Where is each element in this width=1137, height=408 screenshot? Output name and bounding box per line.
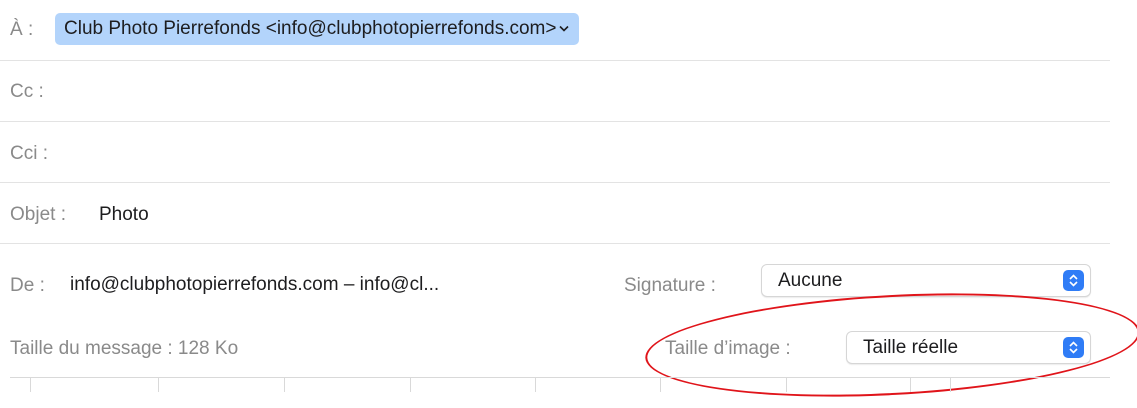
to-row: À : Club Photo Pierrefonds <info@clubpho… [0, 0, 1110, 61]
message-size: Taille du message : 128 Ko [10, 338, 239, 359]
updown-stepper-icon [1063, 270, 1084, 291]
recipient-token[interactable]: Club Photo Pierrefonds <info@clubphotopi… [55, 13, 580, 45]
from-label: De : [10, 275, 45, 296]
signature-select[interactable]: Aucune [761, 264, 1091, 297]
subject-label: Objet : [10, 204, 66, 225]
cc-label: Cc : [10, 81, 44, 102]
cc-row[interactable]: Cc : [0, 61, 1110, 122]
from-field[interactable]: info@clubphotopierrefonds.com – info@cl.… [70, 274, 439, 296]
chevron-down-icon[interactable] [559, 21, 570, 35]
subject-field[interactable]: Photo [99, 204, 149, 226]
subject-row[interactable]: Objet : Photo [0, 183, 1110, 244]
table-grid [10, 377, 1110, 392]
bcc-label: Cci : [10, 143, 48, 164]
recipient-text: Club Photo Pierrefonds <info@clubphotopi… [64, 18, 557, 39]
bcc-row[interactable]: Cci : [0, 122, 1110, 183]
to-label: À : [10, 19, 34, 40]
signature-label: Signature : [624, 275, 716, 296]
signature-value: Aucune [778, 269, 843, 291]
